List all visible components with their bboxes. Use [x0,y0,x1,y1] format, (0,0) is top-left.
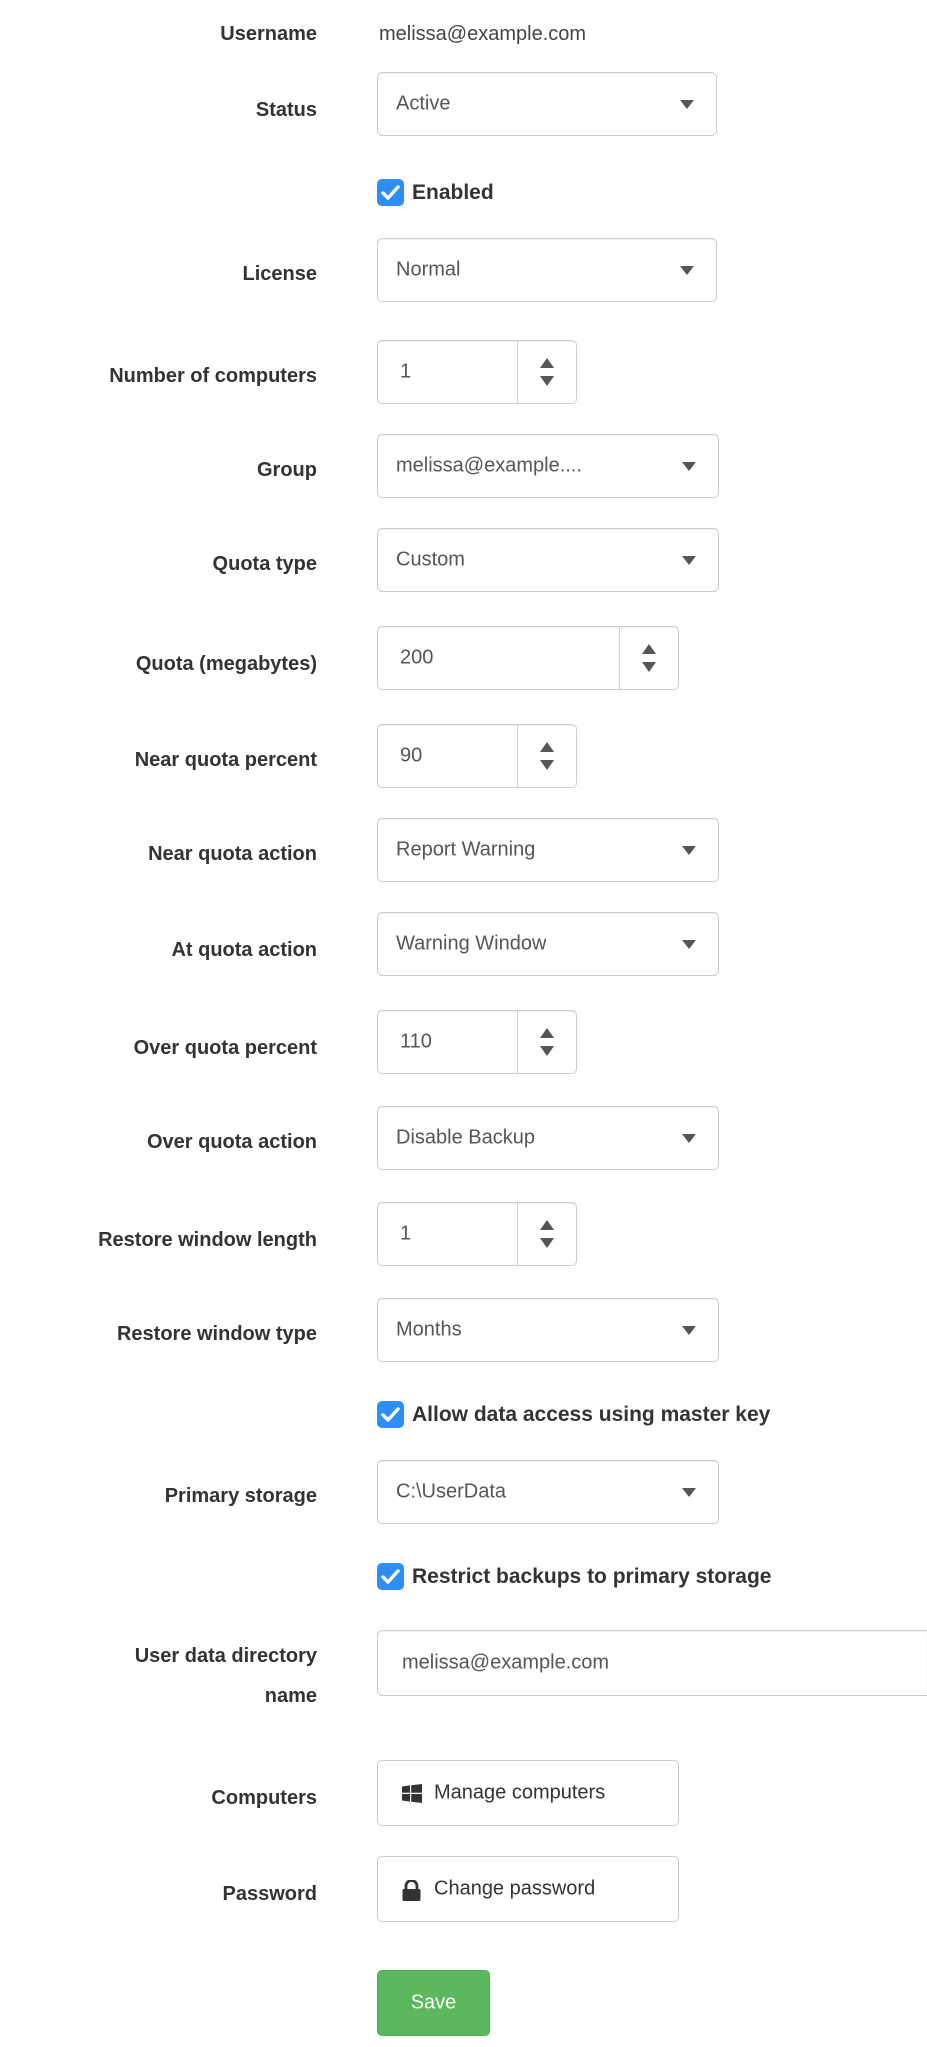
over-quota-action-label: Over quota action [146,1131,317,1153]
restore-window-type-label: Restore window type [116,1323,317,1345]
status-select[interactable]: Active [377,72,717,136]
change-password-label: Change password [434,1877,596,1900]
password-label: Password [222,1883,317,1905]
license-select[interactable]: Normal [377,238,717,302]
save-button-label: Save [410,1991,457,2014]
chevron-down-icon [682,1326,696,1335]
enabled-label: Enabled [412,181,494,204]
near-quota-percent-label: Near quota percent [134,749,317,771]
chevron-down-icon [682,556,696,565]
chevron-down-icon [682,1134,696,1143]
over-quota-percent-value: 110 [400,1030,432,1053]
restore-window-type-value: Months [396,1318,462,1341]
quota-mb-label: Quota (megabytes) [135,653,317,675]
stepper-controls[interactable] [517,1011,576,1073]
stepper-controls[interactable] [517,341,576,403]
computers-label: Computers [211,1787,317,1809]
chevron-down-icon [682,462,696,471]
manage-computers-button[interactable]: Manage computers [377,1760,679,1826]
quota-type-value: Custom [396,548,465,571]
license-label: License [242,263,317,285]
near-quota-action-select[interactable]: Report Warning [377,818,719,882]
checkmark-icon [377,1401,404,1428]
chevron-down-icon [682,940,696,949]
chevron-down-icon [680,100,694,109]
chevron-down-icon [682,846,696,855]
username-value: melissa@example.com [379,23,587,45]
restore-window-length-stepper[interactable]: 1 [377,1202,577,1266]
change-password-button[interactable]: Change password [377,1856,679,1922]
computers-count-value: 1 [400,360,412,383]
lock-icon [402,1879,421,1907]
status-label: Status [255,99,317,121]
master-key-access-label: Allow data access using master key [412,1403,771,1426]
computers-count-stepper[interactable]: 1 [377,340,577,404]
restore-window-length-label: Restore window length [98,1229,317,1251]
group-select-value: melissa@example.... [396,454,582,477]
stepper-controls[interactable] [517,1203,576,1265]
save-button[interactable]: Save [377,1970,490,2036]
primary-storage-value: C:\UserData [396,1480,507,1503]
stepper-up-icon [540,358,554,368]
restore-window-length-value: 1 [400,1222,412,1245]
stepper-down-icon [540,376,554,386]
quota-type-select[interactable]: Custom [377,528,719,592]
stepper-controls[interactable] [517,725,576,787]
user-data-dir-input[interactable]: melissa@example.com [377,1630,927,1696]
quota-mb-stepper[interactable]: 200 [377,626,679,690]
stepper-down-icon [540,760,554,770]
at-quota-action-select[interactable]: Warning Window [377,912,719,976]
stepper-down-icon [540,1238,554,1248]
near-quota-action-value: Report Warning [396,838,536,861]
status-select-value: Active [396,92,451,115]
group-select[interactable]: melissa@example.... [377,434,719,498]
user-data-dir-value: melissa@example.com [402,1651,610,1674]
near-quota-action-label: Near quota action [148,843,317,865]
over-quota-percent-label: Over quota percent [133,1037,317,1059]
near-quota-percent-stepper[interactable]: 90 [377,724,577,788]
stepper-up-icon [540,1220,554,1230]
primary-storage-select[interactable]: C:\UserData [377,1460,719,1524]
user-data-dir-label-line2: name [264,1685,317,1707]
at-quota-action-label: At quota action [171,939,317,961]
stepper-up-icon [642,644,656,654]
at-quota-action-value: Warning Window [396,932,547,955]
username-label: Username [220,23,317,45]
stepper-down-icon [642,662,656,672]
primary-storage-label: Primary storage [164,1485,317,1507]
chevron-down-icon [682,1488,696,1497]
chevron-down-icon [680,266,694,275]
manage-computers-label: Manage computers [434,1781,606,1804]
group-label: Group [257,459,317,481]
restore-window-type-select[interactable]: Months [377,1298,719,1362]
quota-type-label: Quota type [212,553,317,575]
restrict-primary-label: Restrict backups to primary storage [412,1565,772,1588]
stepper-up-icon [540,1028,554,1038]
over-quota-action-value: Disable Backup [396,1126,535,1149]
checkmark-icon [377,1563,404,1590]
over-quota-percent-stepper[interactable]: 110 [377,1010,577,1074]
near-quota-percent-value: 90 [400,744,423,767]
windows-icon [402,1784,422,1809]
user-data-dir-label-line1: User data directory [134,1645,317,1667]
checkmark-icon [377,179,404,206]
stepper-up-icon [540,742,554,752]
computers-count-label: Number of computers [109,365,317,387]
over-quota-action-select[interactable]: Disable Backup [377,1106,719,1170]
license-select-value: Normal [396,258,461,281]
quota-mb-value: 200 [400,646,434,669]
user-data-dir-label: User data directory name [0,1636,317,1716]
stepper-down-icon [540,1046,554,1056]
stepper-controls[interactable] [619,627,678,689]
